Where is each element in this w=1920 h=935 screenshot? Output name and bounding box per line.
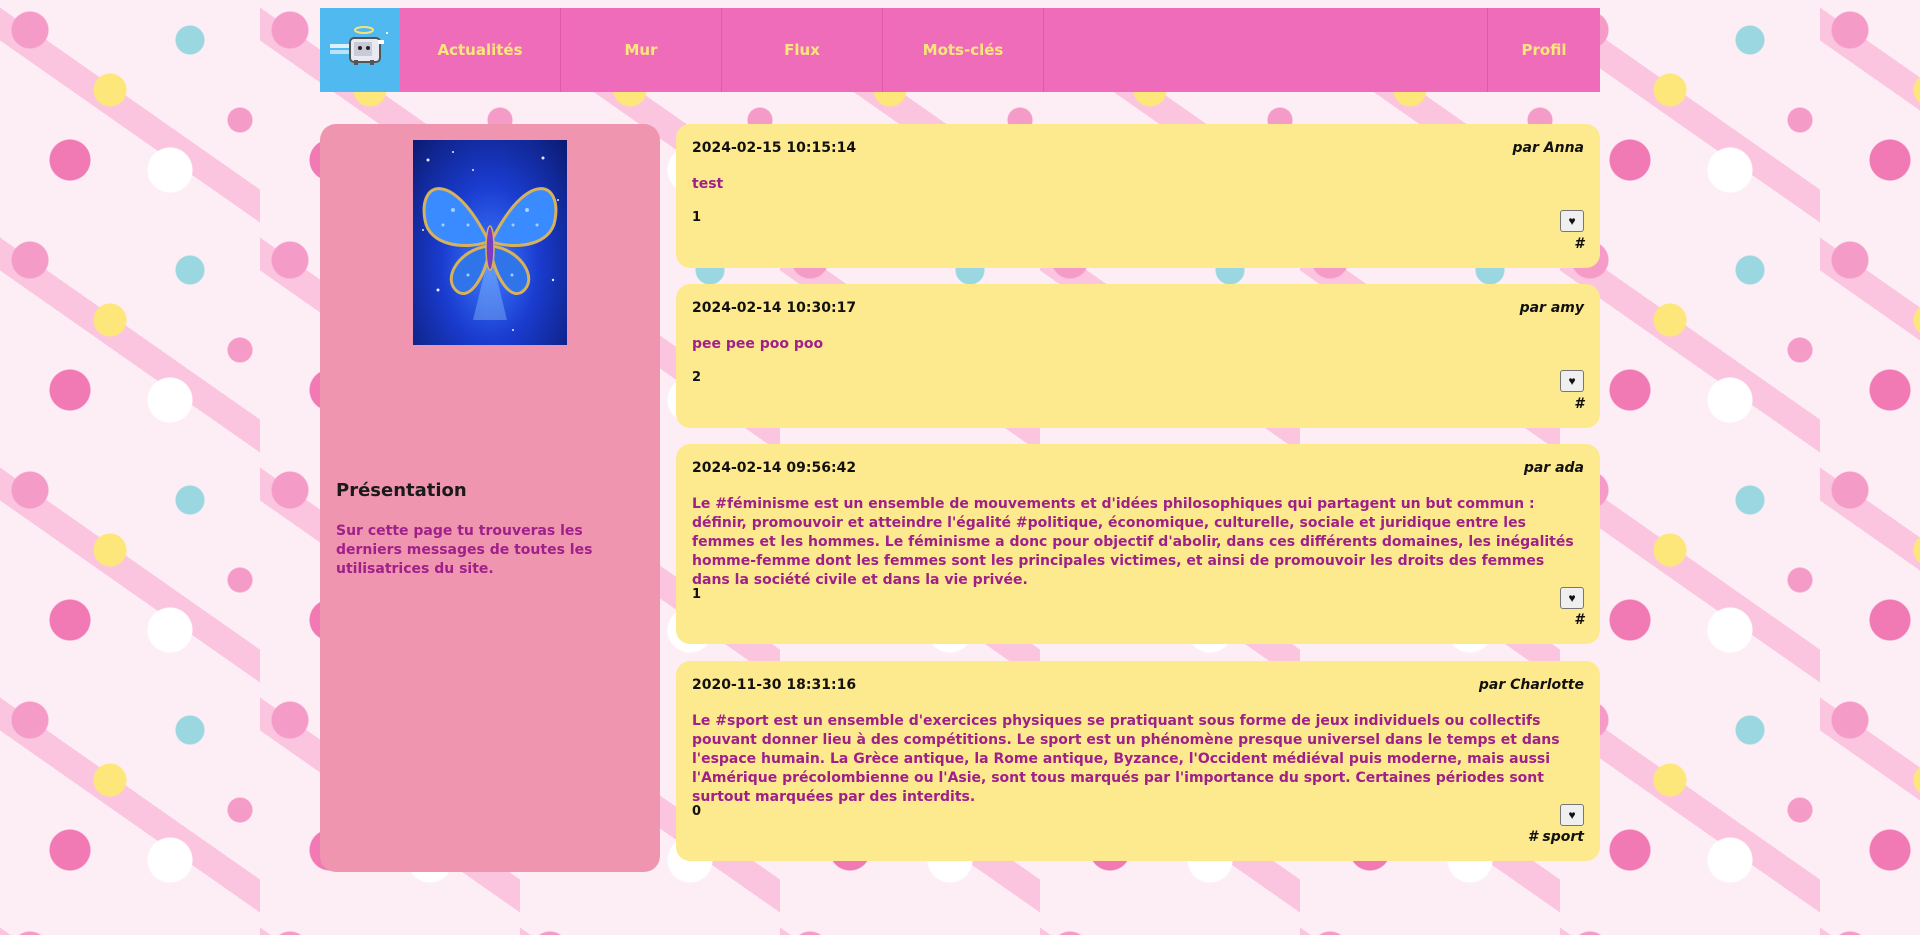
sidebar-presentation: Présentation Sur cette page tu trouveras… xyxy=(320,124,660,872)
post-content: pee pee poo poo xyxy=(692,336,824,352)
post-author[interactable]: par amy xyxy=(1520,300,1584,316)
nav-spacer xyxy=(1044,8,1488,92)
nav-link-mur[interactable]: Mur xyxy=(561,8,722,92)
post-content: Le #féminisme est un ensemble de mouveme… xyxy=(692,496,1574,588)
post-tags[interactable]: # xyxy=(1574,396,1584,412)
nyan-cat-icon xyxy=(330,26,388,65)
post-card: 2024-02-14 10:30:17 par amy pee pee poo … xyxy=(676,284,1600,428)
nav-link-actualites[interactable]: Actualités xyxy=(400,8,561,92)
post-card: 2024-02-14 09:56:42 par ada Le #féminism… xyxy=(676,444,1600,644)
nav-link-mots-cles[interactable]: Mots-clés xyxy=(883,8,1044,92)
like-button[interactable]: ♥ xyxy=(1560,370,1584,392)
nav-link-flux[interactable]: Flux xyxy=(722,8,883,92)
post-author[interactable]: par ada xyxy=(1524,460,1584,476)
like-button[interactable]: ♥ xyxy=(1560,587,1584,609)
post-like-count: 1 xyxy=(692,210,702,225)
post-author[interactable]: par Charlotte xyxy=(1479,677,1584,693)
post-like-count: 2 xyxy=(692,370,702,385)
post-content: Le #sport est un ensemble d'exercices ph… xyxy=(692,713,1560,805)
post-date: 2024-02-14 09:56:42 xyxy=(692,460,857,476)
post-like-count: 0 xyxy=(692,804,702,819)
home-logo[interactable] xyxy=(320,8,400,92)
nav-link-profil[interactable]: Profil xyxy=(1488,8,1600,92)
top-navigation: Actualités Mur Flux Mots-clés Profil xyxy=(320,8,1600,92)
post-tags[interactable]: # xyxy=(1574,612,1584,628)
post-date: 2020-11-30 18:31:16 xyxy=(692,677,857,693)
post-tags[interactable]: # xyxy=(1574,236,1584,252)
post-author[interactable]: par Anna xyxy=(1513,140,1584,156)
sidebar-description: Sur cette page tu trouveras les derniers… xyxy=(336,523,593,577)
post-content: test xyxy=(692,176,724,192)
like-button[interactable]: ♥ xyxy=(1560,210,1584,232)
post-like-count: 1 xyxy=(692,587,702,602)
post-card: 2024-02-15 10:15:14 par Anna test 1 ♥ # xyxy=(676,124,1600,268)
like-button[interactable]: ♥ xyxy=(1560,804,1584,826)
post-card: 2020-11-30 18:31:16 par Charlotte Le #sp… xyxy=(676,661,1600,861)
glitter-butterfly-image xyxy=(413,140,567,345)
sidebar-heading: Présentation xyxy=(336,480,467,501)
post-date: 2024-02-15 10:15:14 xyxy=(692,140,857,156)
post-tags[interactable]: # sport xyxy=(1528,829,1584,845)
post-date: 2024-02-14 10:30:17 xyxy=(692,300,857,316)
